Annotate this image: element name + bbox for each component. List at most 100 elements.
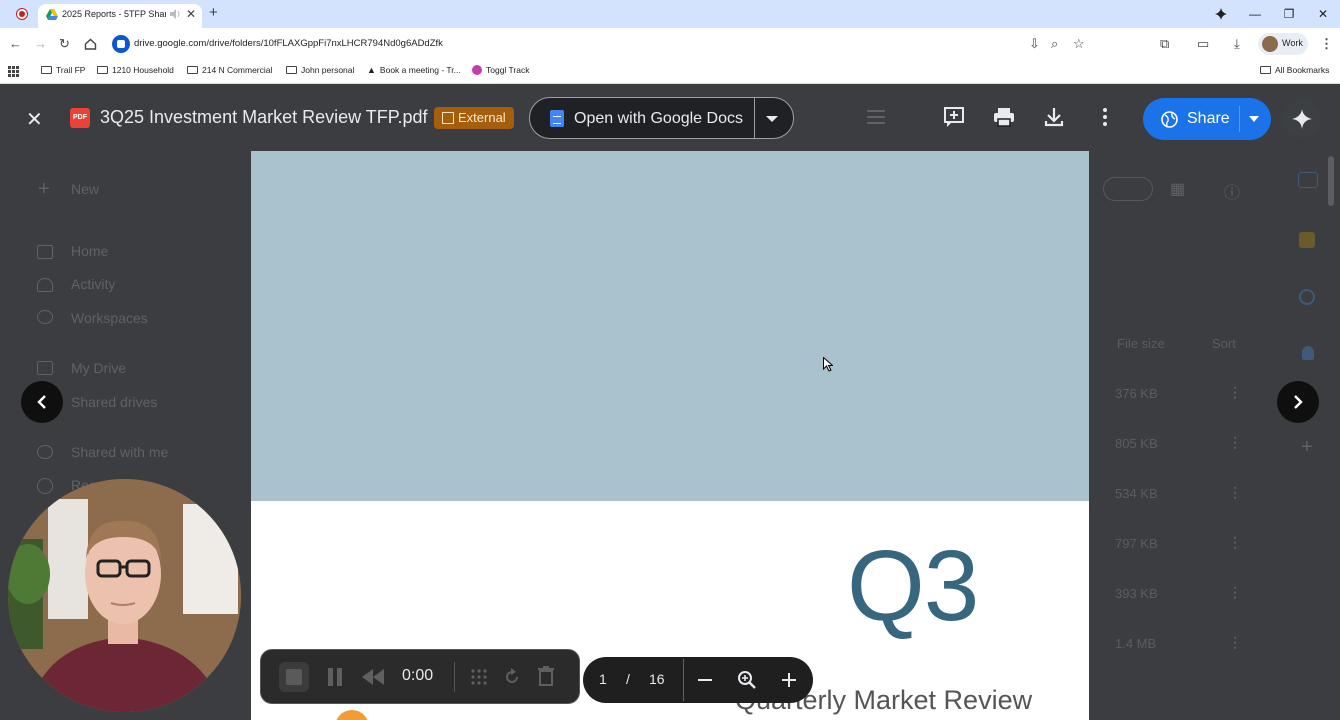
divider: [1239, 106, 1240, 132]
url-text[interactable]: drive.google.com/drive/folders/10fFLAXGp…: [134, 38, 443, 49]
nav-workspaces: Workspaces: [71, 310, 148, 326]
profile-chip[interactable]: Work: [1258, 33, 1308, 55]
zoom-magnifier-icon[interactable]: [737, 670, 757, 690]
open-with-button[interactable]: Open with Google Docs: [529, 97, 794, 139]
recording-time: 0:00: [402, 667, 434, 684]
bookmark-star-icon[interactable]: ☆: [1073, 36, 1085, 52]
gemini-button[interactable]: [1283, 100, 1321, 138]
webcam-bubble[interactable]: [8, 479, 241, 712]
extensions-puzzle-icon[interactable]: ⧉: [1160, 36, 1169, 52]
webcam-video-feed: [8, 479, 241, 712]
calendar-side-icon: [1298, 172, 1318, 188]
zoom-icon[interactable]: ⌕: [1051, 36, 1058, 52]
chevron-right-icon: [1294, 395, 1303, 409]
contacts-side-icon: [1302, 346, 1314, 360]
bookmark-1210-household[interactable]: 1210 Household: [97, 65, 174, 75]
list-view-toggle: [1103, 177, 1153, 201]
downloads-icon[interactable]: ⤓: [1234, 36, 1240, 52]
q3-heading: Q3: [847, 530, 979, 642]
stop-button[interactable]: [279, 662, 309, 692]
row-more-icon: ⋮: [1228, 634, 1242, 650]
sort-label: Sort: [1212, 336, 1236, 351]
reload-icon[interactable]: ↻: [59, 36, 70, 52]
file-size-cell: 393 KB: [1115, 586, 1158, 601]
gemini-sparkle-icon[interactable]: [1204, 7, 1238, 21]
browser-toolbar: ← → ↻ drive.google.com/drive/folders/10f…: [0, 28, 1340, 79]
bookmarks-bar: Trail FP 1210 Household 214 N Commercial…: [0, 60, 1340, 84]
add-addon-icon: +: [1301, 436, 1313, 458]
current-page-input[interactable]: 1: [599, 671, 607, 687]
external-icon: [442, 112, 454, 124]
bookmark-trail-fp[interactable]: Trail FP: [41, 65, 85, 75]
total-pages: 16: [649, 671, 665, 687]
nav-activity: Activity: [71, 276, 116, 292]
pdf-page[interactable]: Q3 Quarterly Market Review: [251, 151, 1089, 720]
folder-icon: [1260, 66, 1271, 74]
mountain-icon: ▲: [367, 65, 376, 75]
new-button-label: New: [71, 181, 100, 197]
divider: [454, 662, 455, 692]
file-size-cell: 797 KB: [1115, 536, 1158, 551]
bookmark-john-personal[interactable]: John personal: [286, 65, 354, 75]
bookmark-book-meeting[interactable]: ▲ Book a meeting - Tr...: [367, 65, 461, 75]
external-badge: External: [434, 107, 514, 129]
next-file-button[interactable]: [1277, 381, 1319, 423]
row-more-icon: ⋮: [1228, 384, 1242, 400]
people-icon: [37, 445, 53, 459]
zoom-in-icon[interactable]: [781, 672, 797, 688]
sparkle-effects-icon[interactable]: [470, 668, 488, 686]
previous-file-button[interactable]: [21, 381, 63, 423]
restart-icon[interactable]: [503, 668, 521, 686]
back-icon[interactable]: ←: [9, 36, 22, 51]
file-size-header: File size: [1117, 336, 1165, 351]
all-bookmarks[interactable]: All Bookmarks: [1260, 65, 1329, 75]
home-icon[interactable]: [84, 38, 97, 50]
row-more-icon: ⋮: [1228, 534, 1242, 550]
close-viewer-icon[interactable]: ✕: [26, 107, 43, 132]
install-app-icon[interactable]: ⇩: [1029, 36, 1040, 52]
stop-icon: [286, 669, 302, 685]
add-comment-icon[interactable]: [943, 106, 965, 128]
nav-shared-with-me: Shared with me: [71, 444, 169, 460]
tab-title: 2025 Reports - 5TFP Shared: [62, 9, 166, 19]
more-options-icon[interactable]: [1094, 106, 1116, 128]
browser-tab[interactable]: 2025 Reports - 5TFP Shared ✕: [38, 4, 202, 28]
share-button[interactable]: Share: [1143, 98, 1271, 140]
new-plus-icon: +: [38, 178, 50, 200]
share-dropdown-icon[interactable]: [1249, 116, 1259, 122]
tab-close-icon[interactable]: ✕: [186, 7, 196, 21]
zoom-out-icon[interactable]: [697, 672, 713, 688]
bookmark-toggl-track[interactable]: Toggl Track: [472, 65, 529, 75]
clock-icon: [37, 478, 53, 494]
pause-icon[interactable]: [327, 668, 343, 686]
print-icon[interactable]: [993, 106, 1015, 128]
pdf-file-icon: PDF: [70, 108, 90, 128]
cast-icon[interactable]: ▭: [1197, 36, 1209, 52]
bell-icon: [37, 278, 53, 292]
minimize-icon[interactable]: —: [1238, 7, 1272, 21]
forward-icon[interactable]: →: [34, 36, 47, 51]
new-tab-icon[interactable]: +: [209, 4, 218, 21]
share-label: Share: [1187, 110, 1230, 127]
download-icon[interactable]: [1043, 106, 1065, 128]
chrome-menu-icon[interactable]: ⋮: [1320, 36, 1333, 52]
speaker-icon[interactable]: [169, 8, 181, 20]
window-close-icon[interactable]: ✕: [1306, 7, 1340, 21]
recording-indicator-icon: [16, 8, 28, 20]
scrollbar: [1328, 156, 1334, 206]
row-more-icon: ⋮: [1228, 434, 1242, 450]
nav-my-drive: My Drive: [71, 360, 127, 376]
file-size-cell: 805 KB: [1115, 436, 1158, 451]
tasks-side-icon: [1299, 289, 1315, 305]
apps-grid-icon[interactable]: [8, 66, 19, 77]
site-info-icon[interactable]: [112, 35, 130, 53]
google-docs-icon: [550, 110, 564, 127]
address-bar[interactable]: drive.google.com/drive/folders/10fFLAXGp…: [108, 31, 1052, 57]
gemini-sparkle-icon: [1292, 109, 1312, 129]
open-with-dropdown-icon[interactable]: [766, 116, 778, 122]
browser-tab-strip: 2025 Reports - 5TFP Shared ✕ + — ❐ ✕: [0, 0, 1340, 28]
trash-icon[interactable]: [537, 666, 555, 686]
rewind-icon[interactable]: [362, 669, 384, 685]
restore-icon[interactable]: ❐: [1272, 7, 1306, 21]
bookmark-214-n-commercial[interactable]: 214 N Commercial: [187, 65, 272, 75]
